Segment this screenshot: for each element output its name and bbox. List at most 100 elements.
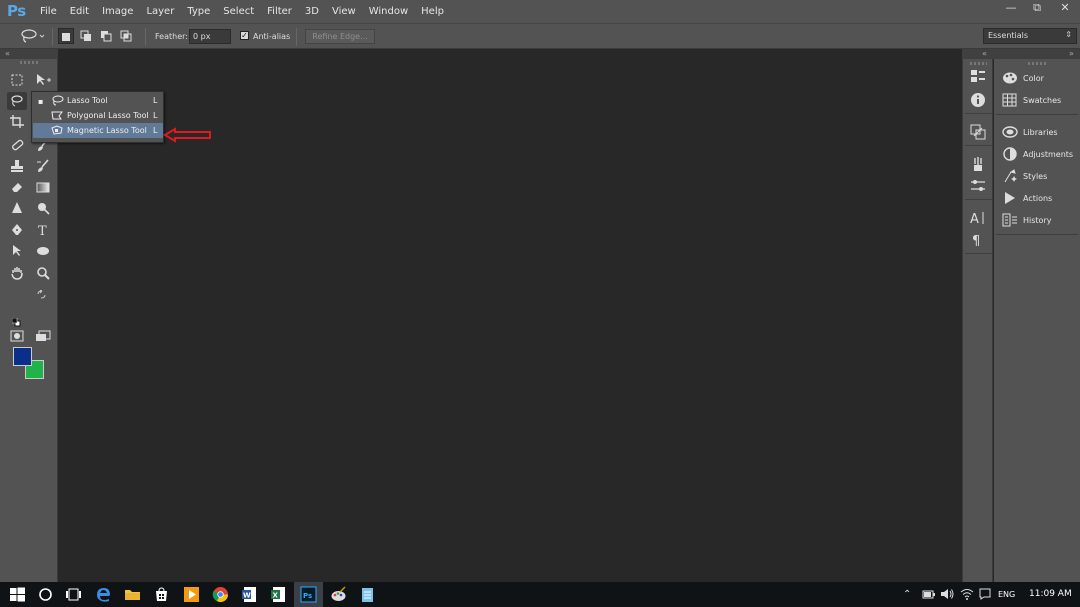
menu-layer[interactable]: Layer <box>146 0 187 23</box>
dock-item-paragraph[interactable]: ¶ <box>970 232 986 249</box>
hand-tool[interactable] <box>7 264 27 282</box>
panel-color[interactable]: Color <box>1000 69 1078 87</box>
zoom-tool[interactable] <box>33 264 53 282</box>
task-view-icon[interactable] <box>65 586 82 603</box>
antialias-checkbox[interactable]: ✓ <box>240 31 249 40</box>
notepad-icon[interactable] <box>359 586 376 603</box>
language-indicator[interactable]: ENG <box>998 590 1015 599</box>
magnifier-icon <box>37 267 50 280</box>
tool-preset-picker[interactable] <box>18 28 46 48</box>
menu-view[interactable]: View <box>332 0 369 23</box>
windows-start-icon[interactable] <box>9 586 26 603</box>
panel-swatches[interactable]: Swatches <box>1000 91 1078 109</box>
ellipse-tool[interactable] <box>33 242 53 260</box>
show-hidden-icons-icon[interactable]: ⌃ <box>903 589 911 600</box>
clock[interactable]: 11:09 AM <box>1029 589 1072 599</box>
dock-item-brush-presets[interactable] <box>970 156 986 172</box>
menu-filter[interactable]: Filter <box>267 0 305 23</box>
flyout-item-polygonal-lasso[interactable]: Polygonal Lasso Tool L <box>33 108 163 123</box>
new-selection-icon <box>62 33 70 41</box>
ellipse-icon <box>37 247 49 255</box>
pen-tool[interactable] <box>7 221 27 239</box>
notifications-icon[interactable] <box>978 588 992 600</box>
type-tool[interactable]: T <box>33 221 53 239</box>
flyout-label: Polygonal Lasso Tool <box>67 111 149 120</box>
path-selection-tool[interactable] <box>7 242 27 260</box>
menu-help[interactable]: Help <box>421 0 457 23</box>
restore-button[interactable]: ⧉ <box>1024 0 1050 18</box>
marquee-tool[interactable] <box>7 71 27 89</box>
dock-grip[interactable] <box>1028 62 1046 65</box>
expand-dock-icon[interactable]: » <box>1069 49 1074 58</box>
file-explorer-icon[interactable] <box>124 586 141 603</box>
edge-browser-icon[interactable] <box>95 586 112 603</box>
swap-colors-icon[interactable] <box>37 284 46 303</box>
panel-history[interactable]: History <box>1000 211 1078 229</box>
collapse-dock-icon[interactable]: « <box>982 49 987 58</box>
svg-text:A: A <box>970 212 979 226</box>
dock-item-brush[interactable] <box>970 178 986 194</box>
lasso-tool-flyout: ▪ Lasso Tool L Polygonal Lasso Tool L Ma… <box>31 91 164 143</box>
blur-tool[interactable] <box>7 199 27 217</box>
menu-type[interactable]: Type <box>187 0 223 23</box>
lasso-icon <box>11 95 23 107</box>
menu-image[interactable]: Image <box>102 0 146 23</box>
lasso-tool[interactable] <box>7 92 27 110</box>
add-to-selection-button[interactable] <box>78 28 94 44</box>
intersect-selection-button[interactable] <box>118 28 134 44</box>
menu-3d[interactable]: 3D <box>305 0 332 23</box>
panel-actions[interactable]: Actions <box>1000 189 1078 207</box>
spot-healing-tool[interactable] <box>7 136 27 154</box>
minimize-button[interactable]: — <box>998 0 1024 18</box>
flyout-item-magnetic-lasso[interactable]: Magnetic Lasso Tool L <box>33 123 163 138</box>
dock-item-clone-source[interactable] <box>970 124 986 140</box>
gradient-tool[interactable] <box>33 178 53 196</box>
dock-item-info[interactable] <box>970 92 986 108</box>
crop-tool[interactable] <box>7 113 27 131</box>
panel-libraries[interactable]: Libraries <box>1000 123 1078 141</box>
menu-file[interactable]: File <box>40 0 70 23</box>
menu-edit[interactable]: Edit <box>70 0 102 23</box>
history-brush-tool[interactable] <box>33 157 53 175</box>
toolbar-grip[interactable] <box>20 61 38 64</box>
word-icon[interactable]: W <box>241 586 258 603</box>
bandage-icon <box>12 139 24 151</box>
menu-select[interactable]: Select <box>223 0 267 23</box>
quick-mask-button[interactable] <box>7 327 27 345</box>
store-icon[interactable] <box>153 586 170 603</box>
chrome-icon[interactable] <box>212 586 229 603</box>
wifi-icon[interactable] <box>960 588 974 600</box>
battery-icon[interactable] <box>922 589 936 600</box>
photoshop-logo: Ps <box>7 2 26 20</box>
eraser-tool[interactable] <box>7 178 27 196</box>
flyout-label: Lasso Tool <box>67 96 108 105</box>
move-tool[interactable] <box>33 71 53 89</box>
refine-edge-button[interactable]: Refine Edge... <box>305 29 375 44</box>
photoshop-taskbar-icon[interactable]: Ps <box>300 586 317 603</box>
workspace-select[interactable]: Essentials ⇕ <box>983 28 1077 44</box>
collapse-toolbar-icon[interactable]: « <box>5 49 10 58</box>
flyout-item-lasso[interactable]: ▪ Lasso Tool L <box>33 93 163 108</box>
paint-icon[interactable] <box>330 586 347 603</box>
subtract-from-selection-button[interactable] <box>98 28 114 44</box>
dodge-tool[interactable] <box>33 199 53 217</box>
dock-separator <box>965 253 992 254</box>
media-player-icon[interactable] <box>183 586 200 603</box>
lasso-icon <box>21 29 45 43</box>
close-button[interactable]: ✕ <box>1050 0 1080 18</box>
volume-icon[interactable] <box>940 588 954 600</box>
search-icon[interactable] <box>37 586 54 603</box>
intersect-selection-icon <box>120 30 132 42</box>
panel-styles[interactable]: Styles <box>1000 167 1078 185</box>
dock-item-character[interactable]: A <box>970 210 986 227</box>
excel-icon[interactable]: X <box>270 586 287 603</box>
feather-input[interactable]: 0 px <box>189 29 231 44</box>
screen-mode-button[interactable] <box>33 327 53 345</box>
new-selection-button[interactable] <box>58 28 74 44</box>
panel-adjustments[interactable]: Adjustments <box>1000 145 1078 163</box>
foreground-color-swatch[interactable] <box>13 347 32 366</box>
menu-window[interactable]: Window <box>369 0 421 23</box>
clone-stamp-tool[interactable] <box>7 157 27 175</box>
dock-grip[interactable] <box>970 62 987 65</box>
dock-item-histogram[interactable] <box>970 68 986 84</box>
